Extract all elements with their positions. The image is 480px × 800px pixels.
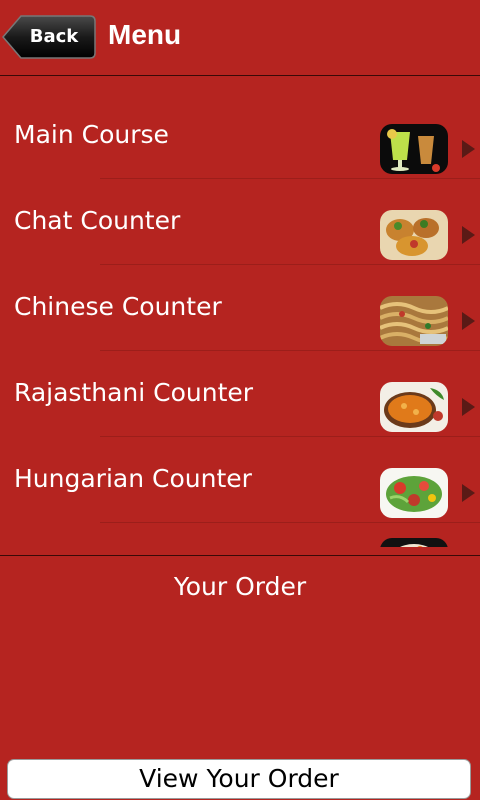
header-bar: Back Menu [0, 0, 480, 75]
drinks-icon [380, 124, 448, 174]
noodles-icon [380, 296, 448, 346]
header-divider [0, 75, 480, 76]
chaat-dish-icon [380, 210, 448, 260]
dish-icon [380, 538, 448, 547]
chevron-right-icon [462, 312, 475, 330]
menu-item-rajasthani-counter[interactable]: Rajasthani Counter [0, 350, 480, 437]
menu-item-label: Hungarian Counter [14, 464, 252, 493]
menu-item-label: Chinese Counter [14, 292, 222, 321]
view-your-order-button[interactable]: View Your Order [7, 759, 471, 799]
menu-item-hungarian-counter[interactable]: Hungarian Counter [0, 436, 480, 523]
curry-icon [380, 382, 448, 432]
menu-item-main-course[interactable]: Main Course [0, 92, 480, 179]
menu-item-partial[interactable] [0, 522, 480, 547]
back-button-label: Back [29, 26, 79, 47]
salad-icon [380, 468, 448, 518]
back-button[interactable]: Back [2, 15, 96, 59]
menu-item-label: Rajasthani Counter [14, 378, 254, 407]
menu-item-chinese-counter[interactable]: Chinese Counter [0, 264, 480, 351]
menu-item-chat-counter[interactable]: Chat Counter [0, 178, 480, 265]
your-order-title: Your Order [173, 572, 307, 601]
chevron-right-icon [462, 140, 475, 158]
chevron-right-icon [462, 398, 475, 416]
list-divider [0, 555, 480, 556]
chevron-right-icon [462, 226, 475, 244]
menu-item-label: Chat Counter [14, 206, 181, 235]
menu-item-label: Main Course [14, 120, 169, 149]
menu-list[interactable]: Main Course Chat Counter Chinese Counter… [0, 77, 480, 547]
chevron-right-icon [462, 484, 475, 502]
page-title: Menu [108, 19, 182, 50]
